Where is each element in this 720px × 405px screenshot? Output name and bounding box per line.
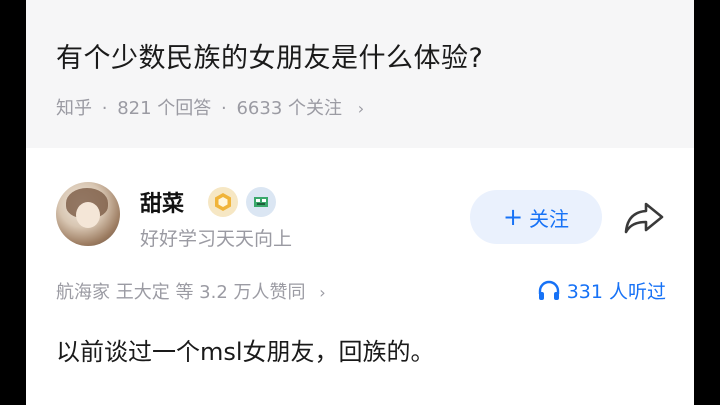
meta-separator: ·	[221, 98, 227, 119]
author-name[interactable]: 甜菜	[140, 186, 184, 218]
listen-button[interactable]: 331 人听过	[537, 277, 666, 304]
source-label: 知乎	[56, 98, 92, 119]
follow-label: 关注	[529, 206, 570, 231]
share-icon[interactable]	[622, 198, 666, 236]
answer-body[interactable]: 以前谈过一个msl女朋友，回族的。	[56, 332, 435, 367]
author-bio: 好好学习天天向上	[140, 228, 293, 250]
question-meta[interactable]: 知乎 · 821 个回答 · 6633 个关注 ›	[56, 94, 364, 120]
likes-row[interactable]: 航海家 王大定 等 3.2 万人赞同 ›	[56, 278, 326, 304]
question-header[interactable]: 有个少数民族的女朋友是什么体验? 知乎 · 821 个回答 · 6633 个关注…	[26, 0, 694, 148]
follow-button[interactable]: + 关注	[470, 190, 602, 244]
plus-icon: +	[502, 203, 524, 231]
likes-text: 航海家 王大定 等 3.2 万人赞同	[56, 282, 306, 303]
chevron-right-icon: ›	[319, 283, 326, 302]
headphones-icon	[538, 280, 559, 300]
zhihu-answer-screen: 有个少数民族的女朋友是什么体验? 知乎 · 821 个回答 · 6633 个关注…	[26, 0, 694, 405]
answer-count: 821 个回答	[117, 98, 212, 119]
question-title[interactable]: 有个少数民族的女朋友是什么体验?	[56, 36, 483, 75]
pixel-badge-shape	[254, 197, 268, 207]
follower-count: 6633 个关注	[236, 98, 343, 119]
pixel-badge-icon[interactable]	[246, 187, 276, 217]
listen-count: 331 人听过	[566, 281, 666, 303]
section-divider	[26, 148, 694, 156]
chevron-right-icon: ›	[357, 99, 365, 118]
medal-icon[interactable]	[208, 187, 238, 217]
medal-icon-shape	[215, 193, 231, 211]
avatar-face	[76, 202, 100, 228]
meta-separator: ·	[101, 98, 108, 119]
author-avatar[interactable]	[56, 182, 120, 246]
